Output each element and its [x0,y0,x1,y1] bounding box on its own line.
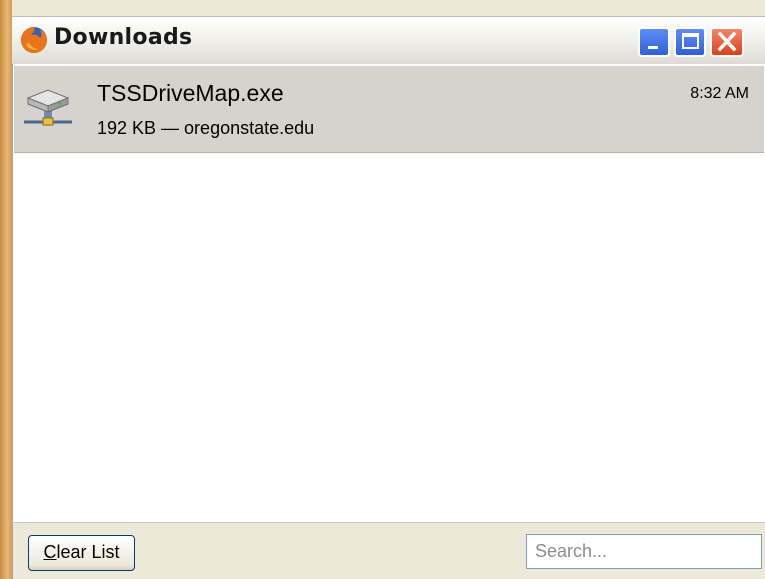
window-frame-edge [0,0,12,579]
download-filename: TSSDriveMap.exe [97,80,284,106]
download-time: 8:32 AM [690,85,749,102]
close-button[interactable] [710,27,744,57]
clear-list-button[interactable]: Clear List [28,535,135,571]
downloads-window: Downloads TSSDriveMap.exe 8:32 AM 192 KB… [0,0,765,579]
search-input[interactable] [526,534,762,569]
downloads-list[interactable]: TSSDriveMap.exe 8:32 AM 192 KB — oregons… [12,64,765,522]
window-title: Downloads [54,25,193,50]
clear-list-accesskey: C [43,542,57,562]
download-details: 192 KB — oregonstate.edu [97,118,315,138]
firefox-icon [21,27,47,53]
minimize-icon [648,46,658,49]
network-drive-icon [24,89,72,126]
maximize-button[interactable] [674,27,706,57]
clear-list-label: lear List [56,542,120,562]
bottom-toolbar: Clear List [12,522,765,579]
title-bar[interactable]: Downloads [12,16,765,64]
close-icon [717,31,737,52]
download-item[interactable]: TSSDriveMap.exe 8:32 AM 192 KB — oregons… [14,66,764,153]
minimize-button[interactable] [638,27,670,57]
maximize-icon [682,33,699,49]
